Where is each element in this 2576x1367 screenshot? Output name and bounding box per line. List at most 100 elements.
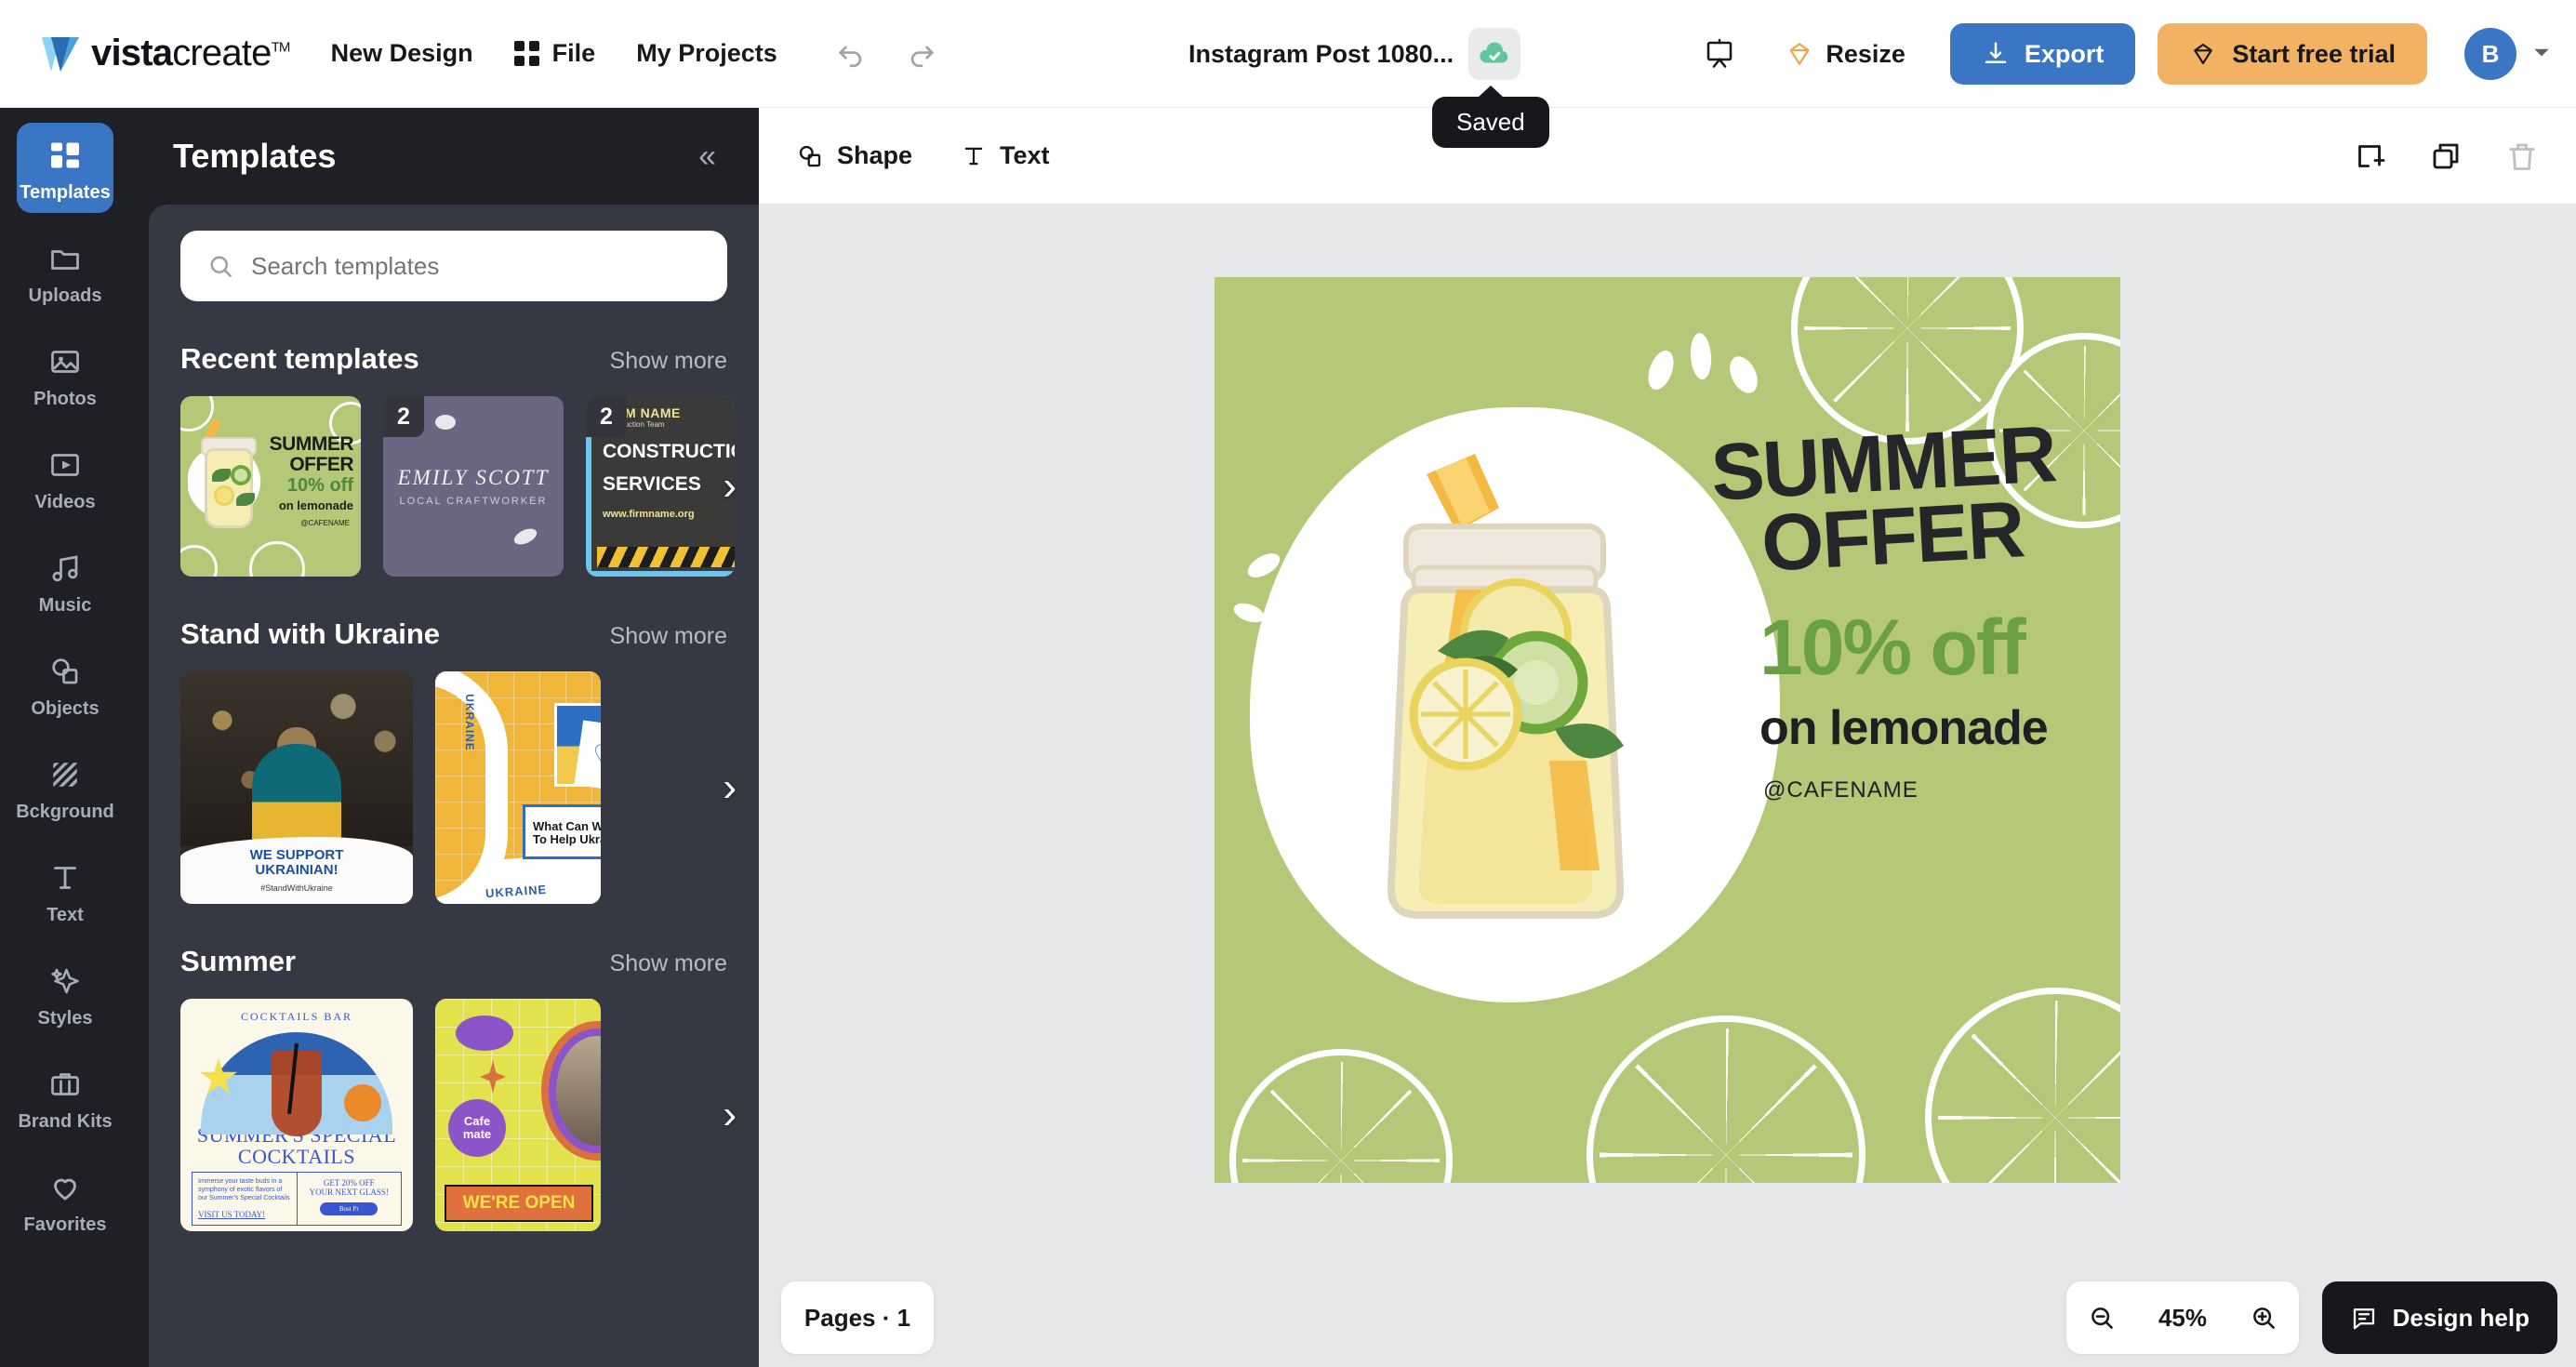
carousel-next-button-ukraine[interactable]: › (723, 764, 737, 811)
sidebar-item-uploads[interactable]: Uploads (17, 226, 113, 316)
template-card-emily-scott[interactable]: 2 EMILY SCOTT LOCAL CRAFTWORKER (383, 396, 564, 577)
template-text: on lemonade (278, 498, 353, 512)
text-tool-button[interactable]: Text (961, 141, 1050, 170)
account-menu-button[interactable] (2530, 40, 2554, 69)
template-row-summer: COCKTAILS BAR SUMMER'S SPECIAL COCKTAILS (149, 999, 759, 1231)
top-bar: vistacreateTM New Design File My Project… (0, 0, 2576, 108)
lemonade-jar-illustration (1387, 454, 1625, 919)
collapse-panel-button[interactable]: « (698, 140, 716, 172)
template-text: SERVICES (603, 473, 701, 495)
export-button[interactable]: Export (1949, 23, 2136, 85)
avatar[interactable]: B (2464, 28, 2516, 80)
section-title: Summer (180, 945, 297, 977)
sidebar-item-videos[interactable]: Videos (17, 432, 113, 523)
template-text: GET 20% OFF (323, 1178, 375, 1188)
duplicate-page-button[interactable] (2429, 139, 2463, 173)
sidebar-item-templates[interactable]: Templates (17, 123, 113, 213)
template-text: www.firmname.org (603, 509, 695, 520)
undo-arrow-icon (839, 46, 861, 67)
template-card-construction[interactable]: FIRM NAME Construction Team CONSTRUCTION… (586, 396, 735, 577)
video-icon (48, 445, 82, 484)
sidebar-item-label: Styles (37, 1008, 93, 1029)
add-page-icon (2358, 144, 2385, 167)
heart-icon (48, 1168, 82, 1207)
template-card-summer-offer[interactable]: SUMMER OFFER 10% off on lemonade @CAFENA… (180, 396, 361, 577)
pages-button[interactable]: Pages · 1 (781, 1281, 934, 1354)
design-artboard[interactable]: SUMMER OFFER 10% off on lemonade @CAFENA… (1215, 277, 2120, 1183)
sidebar-item-brand-kits[interactable]: Brand Kits (17, 1052, 113, 1142)
template-text: CONSTRUCTION (603, 441, 735, 462)
sidebar-item-favorites[interactable]: Favorites (17, 1155, 113, 1245)
shapes-icon (48, 652, 82, 691)
section-header-summer: Summer Show more (149, 945, 759, 978)
section-title: Stand with Ukraine (180, 617, 441, 650)
search-icon (210, 256, 232, 277)
present-button[interactable] (1703, 37, 1736, 71)
zoom-out-icon (2091, 1307, 2113, 1329)
template-text: COCKTAILS BAR (240, 1010, 353, 1023)
sparkle-icon (48, 962, 82, 1001)
headline-line-2: OFFER (1759, 484, 2026, 589)
template-card-help-ukraine[interactable]: UKRAINE ♡ UKRAINE ✕ What Can We Do To He… (435, 671, 601, 904)
grid-icon (48, 136, 82, 175)
canvas-area: Shape Text SUMMER OFFER 10% off on lemon… (759, 108, 2576, 1367)
trash-icon (2509, 143, 2535, 170)
template-text: What Can We Do (533, 818, 601, 833)
sidebar-item-label: Templates (20, 182, 111, 203)
image-icon (48, 342, 82, 381)
start-free-trial-button[interactable]: Start free trial (2158, 23, 2427, 85)
sidebar-item-label: Bckground (16, 802, 114, 822)
design-help-label: Design help (2392, 1303, 2530, 1332)
saved-status-button[interactable] (1468, 28, 1521, 80)
sidebar-item-text[interactable]: Text (17, 845, 113, 936)
carousel-next-button-recent[interactable]: › (723, 463, 737, 510)
sidebar-item-label: Photos (33, 389, 97, 409)
zoom-out-button[interactable] (2087, 1303, 2117, 1333)
sidebar-item-background[interactable]: Bckground (16, 742, 114, 832)
search-templates-box[interactable] (180, 231, 727, 301)
search-input[interactable] (251, 251, 701, 281)
template-text: EMILY SCOTT (397, 466, 550, 489)
zoom-in-button[interactable] (2249, 1303, 2278, 1333)
top-right-actions: Resize Export Start free trial B (1703, 0, 2554, 108)
template-text: UKRAINE (462, 694, 476, 751)
resize-button[interactable]: Resize (1785, 39, 1905, 69)
redo-button[interactable] (906, 38, 937, 70)
panel-header: Templates « (130, 108, 759, 205)
zoom-control: 45% (2066, 1281, 2299, 1354)
text-tool-label: Text (1000, 141, 1050, 169)
show-more-link[interactable]: Show more (610, 950, 727, 977)
template-card-cafe-mate-were-open[interactable]: Cafe mate WE'RE OPEN MO-SA 9AM-9PM (435, 999, 601, 1231)
artboard-handle: @CAFENAME (1763, 777, 1919, 803)
chevron-down-icon (2534, 48, 2549, 56)
template-row-recent: SUMMER OFFER 10% off on lemonade @CAFENA… (149, 396, 759, 577)
text-t-icon (964, 147, 983, 165)
text-t-icon (48, 858, 82, 897)
sidebar-item-objects[interactable]: Objects (17, 639, 113, 729)
new-design-button[interactable]: New Design (331, 39, 473, 68)
sidebar-item-music[interactable]: Music (17, 536, 113, 626)
document-title[interactable]: Instagram Post 1080... (1188, 40, 1454, 69)
artboard-discount: 10% off (1759, 604, 2026, 691)
undo-button[interactable] (835, 38, 867, 70)
design-help-button[interactable]: Design help (2321, 1281, 2557, 1354)
add-page-button[interactable] (2353, 139, 2386, 173)
carousel-next-button-summer[interactable]: › (723, 1092, 737, 1138)
saved-tooltip-label: Saved (1456, 108, 1525, 136)
show-more-link[interactable]: Show more (610, 623, 727, 650)
file-menu-button[interactable]: File (513, 39, 596, 68)
delete-page-button[interactable] (2505, 139, 2539, 173)
template-card-we-support-ukrainian[interactable]: WE SUPPORT UKRAINIAN! #StandWithUkraine (180, 671, 413, 904)
sidebar-item-styles[interactable]: Styles (17, 949, 113, 1039)
music-note-icon (48, 549, 82, 588)
show-more-link[interactable]: Show more (610, 348, 727, 375)
template-card-summers-special-cocktails[interactable]: COCKTAILS BAR SUMMER'S SPECIAL COCKTAILS (180, 999, 413, 1231)
shape-tool-button[interactable]: Shape (796, 141, 912, 170)
document-title-group: Instagram Post 1080... (1188, 0, 1521, 108)
sidebar-item-photos[interactable]: Photos (17, 329, 113, 419)
shapes-icon (799, 145, 821, 166)
file-label: File (551, 39, 596, 67)
saved-tooltip: Saved (1432, 97, 1549, 148)
vistacreate-logo[interactable]: vistacreateTM (39, 33, 290, 75)
my-projects-button[interactable]: My Projects (636, 39, 777, 68)
